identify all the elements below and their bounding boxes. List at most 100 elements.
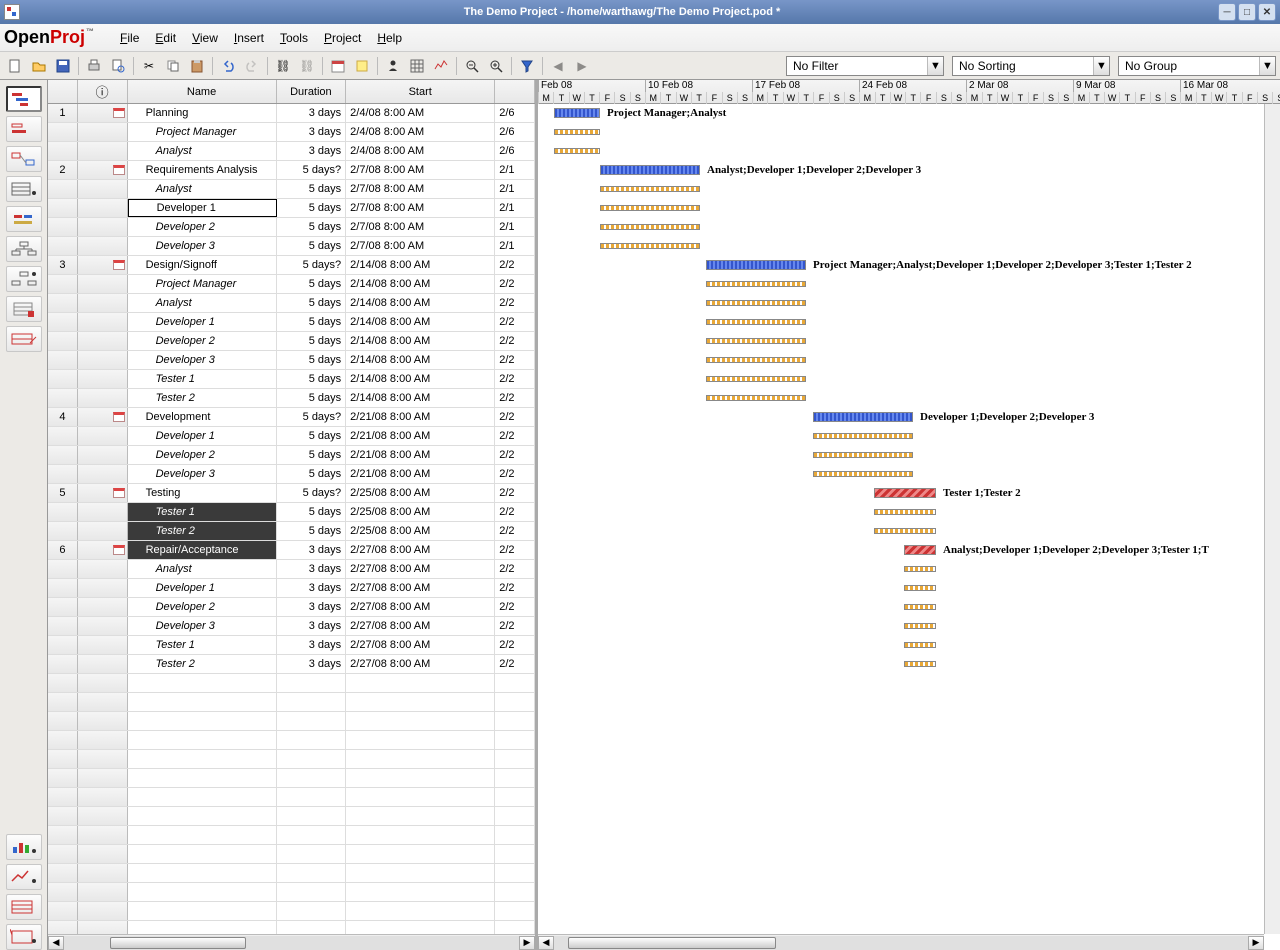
minimize-button[interactable]: ─ [1218,3,1236,21]
cell-duration[interactable] [277,731,347,749]
gantt-bar[interactable]: Analyst;Developer 1;Developer 2;Develope… [904,545,936,555]
gantt-bar[interactable]: Analyst;Developer 1;Developer 2;Develope… [600,165,700,175]
gantt-bar[interactable] [600,243,700,249]
cell-end-clip[interactable]: 2/2 [495,313,535,331]
gantt-row[interactable] [538,560,1280,579]
table-row[interactable]: Analyst3 days2/27/08 8:00 AM2/2 [48,560,535,579]
cell-duration[interactable] [277,788,347,806]
cell-end-clip[interactable] [495,883,535,901]
table-row[interactable] [48,674,535,693]
cell-start[interactable] [346,731,495,749]
row-num[interactable] [48,237,78,255]
scroll-right-icon[interactable]: ▶ [519,936,535,950]
cell-name[interactable]: Requirements Analysis [128,161,277,179]
table-row[interactable]: Developer 35 days2/21/08 8:00 AM2/2 [48,465,535,484]
cell-end-clip[interactable]: 2/2 [495,351,535,369]
col-start[interactable]: Start [346,80,495,103]
cell-duration[interactable]: 5 days [277,237,347,255]
gantt-row[interactable] [538,237,1280,256]
cell-start[interactable]: 2/7/08 8:00 AM [346,161,495,179]
table-row[interactable]: Analyst5 days2/14/08 8:00 AM2/2 [48,294,535,313]
table-row[interactable] [48,693,535,712]
chevron-down-icon[interactable]: ▼ [927,57,943,75]
close-button[interactable]: ✕ [1258,3,1276,21]
gantt-row[interactable]: Tester 1;Tester 2 [538,484,1280,503]
gantt-row[interactable] [538,503,1280,522]
cell-start[interactable]: 2/7/08 8:00 AM [346,180,495,198]
row-num[interactable]: 2 [48,161,78,179]
gantt-bar[interactable] [706,319,806,325]
wbs-icon[interactable] [6,236,42,262]
row-num[interactable] [48,275,78,293]
zoom-out-icon[interactable] [461,55,483,77]
menu-help[interactable]: Help [369,27,410,49]
cell-duration[interactable] [277,902,347,920]
cell-end-clip[interactable]: 2/2 [495,579,535,597]
table-row[interactable]: 2 Requirements Analysis5 days?2/7/08 8:00… [48,161,535,180]
cell-name[interactable]: Tester 2 [128,389,277,407]
row-num[interactable] [48,845,78,863]
row-num[interactable] [48,598,78,616]
table-row[interactable]: Tester 25 days2/14/08 8:00 AM2/2 [48,389,535,408]
gantt-row[interactable] [538,294,1280,313]
cell-name[interactable]: Developer 2 [128,598,277,616]
report-icon[interactable] [6,296,42,322]
table-row[interactable]: 5Testing5 days?2/25/08 8:00 AM2/2 [48,484,535,503]
cell-name[interactable]: Developer 2 [128,446,277,464]
cell-start[interactable]: 2/14/08 8:00 AM [346,313,495,331]
gantt-row[interactable]: Project Manager;Analyst;Developer 1;Deve… [538,256,1280,275]
cell-duration[interactable]: 5 days [277,446,347,464]
cell-start[interactable]: 2/25/08 8:00 AM [346,484,495,502]
cell-start[interactable]: 2/4/08 8:00 AM [346,123,495,141]
table-row[interactable] [48,769,535,788]
cell-duration[interactable]: 3 days [277,617,347,635]
print-preview-icon[interactable] [107,55,129,77]
table-row[interactable]: Developer 23 days2/27/08 8:00 AM2/2 [48,598,535,617]
row-num[interactable] [48,769,78,787]
cell-duration[interactable] [277,693,347,711]
cell-end-clip[interactable] [495,902,535,920]
col-number[interactable] [48,80,78,103]
cell-start[interactable]: 2/14/08 8:00 AM [346,351,495,369]
row-num[interactable] [48,427,78,445]
gantt-row[interactable]: Project Manager;Analyst [538,104,1280,123]
cell-name[interactable]: Analyst [128,142,277,160]
gantt-row[interactable]: Developer 1;Developer 2;Developer 3 [538,408,1280,427]
gantt-bar[interactable]: Tester 1;Tester 2 [874,488,936,498]
cell-start[interactable]: 2/14/08 8:00 AM [346,256,495,274]
gantt-bar[interactable] [554,129,600,135]
resource-usage-detail-icon[interactable] [6,924,42,950]
table-hscroll[interactable]: ◀ ▶ [48,934,535,950]
cell-start[interactable]: 2/25/08 8:00 AM [346,522,495,540]
cell-duration[interactable]: 5 days? [277,161,347,179]
table-row[interactable] [48,902,535,921]
cell-start[interactable]: 2/7/08 8:00 AM [346,218,495,236]
row-num[interactable] [48,560,78,578]
gantt-vscroll[interactable] [1264,104,1280,934]
table-row[interactable]: Analyst5 days2/7/08 8:00 AM2/1 [48,180,535,199]
cell-name[interactable]: Developer 1 [128,199,277,217]
col-end[interactable] [495,80,535,103]
next-icon[interactable]: ▶ [571,55,593,77]
cell-end-clip[interactable]: 2/2 [495,522,535,540]
row-num[interactable] [48,750,78,768]
row-num[interactable] [48,921,78,934]
table-row[interactable] [48,883,535,902]
cell-end-clip[interactable]: 2/2 [495,560,535,578]
cell-duration[interactable]: 5 days [277,465,347,483]
chart-icon[interactable] [6,864,42,890]
notes-icon[interactable] [351,55,373,77]
row-num[interactable] [48,351,78,369]
maximize-button[interactable]: □ [1238,3,1256,21]
table-row[interactable] [48,712,535,731]
cell-start[interactable]: 2/27/08 8:00 AM [346,579,495,597]
cell-name[interactable]: Tester 1 [128,503,277,521]
col-duration[interactable]: Duration [277,80,347,103]
cell-duration[interactable]: 3 days [277,655,347,673]
cell-end-clip[interactable]: 2/2 [495,598,535,616]
gantt-bar[interactable] [874,528,936,534]
gantt-row[interactable] [538,636,1280,655]
cell-name[interactable] [128,826,277,844]
cell-name[interactable] [128,712,277,730]
row-num[interactable] [48,142,78,160]
